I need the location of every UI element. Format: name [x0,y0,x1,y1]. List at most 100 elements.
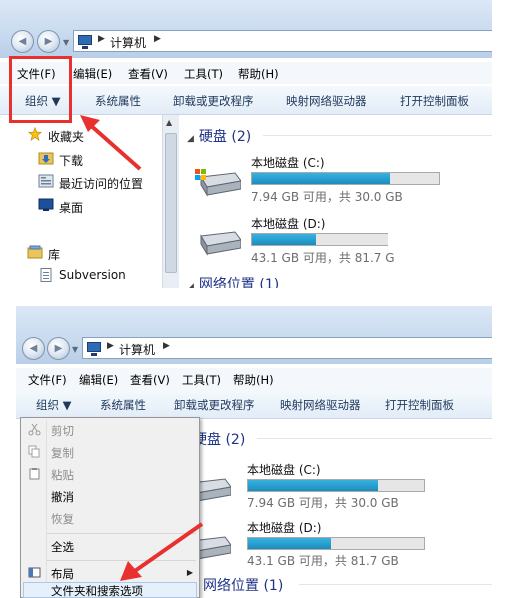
forward-arrow-icon: ▶ [54,343,63,354]
forward-button[interactable]: ▶ [37,30,60,53]
window-titlebar: ◀ ▶ ▼ ▶ 计算机 ▶ [16,306,492,364]
command-bar: 组织 ▼ 系统属性 卸载或更改程序 映射网络驱动器 打开控制面板 [0,86,492,115]
nav-item-libraries[interactable]: 库 [48,246,60,263]
copy-icon [28,445,40,458]
document-icon [40,268,52,282]
explorer-window-1: ◀ ▶ ▼ ▶ 计算机 ▶ 文件(F) 编辑(E) 查看(V) 工具(T) 帮助… [0,0,492,288]
menu-tools[interactable]: 工具(T) [182,372,221,388]
menu-tools[interactable]: 工具(T) [184,66,223,82]
address-bar[interactable]: ▶ 计算机 ▶ [73,30,492,52]
group-header-hard-disks[interactable]: ◢ 硬盘 (2) [187,126,251,146]
forward-arrow-icon: ▶ [44,36,53,47]
forward-button[interactable]: ▶ [47,337,70,360]
nav-item-recent-places[interactable]: 最近访问的位置 [59,175,143,192]
recent-pages-dropdown-icon[interactable]: ▼ [63,38,69,47]
group-header-label: 硬盘 (2) [193,432,246,448]
back-arrow-icon: ◀ [29,343,38,354]
drive-c-usage-fill [248,480,379,491]
group-header-hard-disks[interactable]: 硬盘 (2) [193,429,245,449]
back-button[interactable]: ◀ [22,337,45,360]
group-header-label: 硬盘 (2) [198,129,252,145]
menu-bar: 文件(F) 编辑(E) 查看(V) 工具(T) 帮助(H) [16,368,492,390]
menu-item-paste[interactable]: 粘贴 [51,467,74,483]
scroll-up-icon[interactable]: ▲ [166,118,172,127]
open-control-panel-button[interactable]: 打开控制面板 [400,93,469,109]
drive-c-usage-bar [251,172,440,185]
menu-file[interactable]: 文件(F) [28,372,67,388]
uninstall-program-button[interactable]: 卸载或更改程序 [174,397,255,413]
scroll-thumb[interactable] [165,133,177,273]
desktop-icon [38,198,54,211]
drive-d-name[interactable]: 本地磁盘 (D:) [247,519,321,536]
collapse-triangle-icon: ◢ [187,282,194,288]
uninstall-program-button[interactable]: 卸载或更改程序 [173,93,254,109]
explorer-window-2: ◀ ▶ ▼ ▶ 计算机 ▶ 文件(F) 编辑(E) 查看(V) 工具(T) 帮助… [16,306,492,598]
menu-view[interactable]: 查看(V) [130,372,170,388]
organize-button[interactable]: 组织 ▼ [36,397,72,413]
menu-item-folder-search-options[interactable]: 文件夹和搜索选项 [51,583,143,598]
drive-c-name[interactable]: 本地磁盘 (C:) [251,154,325,171]
menu-item-redo[interactable]: 恢复 [51,511,74,527]
group-header-label: 网络位置 (1) [203,578,284,594]
drive-d-usage-fill [248,538,331,549]
back-arrow-icon: ◀ [18,36,27,47]
drive-d-usage-bar [247,537,425,550]
library-icon [27,245,43,259]
drive-c-size: 7.94 GB 可用，共 30.0 GB [247,496,399,510]
group-header-network[interactable]: ◢ 网络位置 (1) [187,274,279,288]
menu-bar: 文件(F) 编辑(E) 查看(V) 工具(T) 帮助(H) [0,62,492,84]
drive-c-size: 7.94 GB 可用，共 30.0 GB [251,190,403,204]
menu-item-layout[interactable]: 布局 [51,566,74,582]
drive-icon [200,231,241,256]
breadcrumb-separator-icon: ▶ [154,34,161,44]
breadcrumb-separator-icon: ▶ [163,341,170,351]
nav-pane-scrollbar[interactable]: ▲ [162,115,179,288]
system-properties-button[interactable]: 系统属性 [95,93,141,109]
nav-item-subversion[interactable]: Subversion [59,268,126,282]
map-network-drive-button[interactable]: 映射网络驱动器 [286,93,367,109]
drive-d-usage-bar [251,233,388,246]
group-divider [257,438,492,439]
address-bar[interactable]: ▶ 计算机 ▶ [82,337,492,359]
recent-pages-dropdown-icon[interactable]: ▼ [72,345,78,354]
system-drive-icon [195,169,241,197]
nav-item-desktop[interactable]: 桌面 [59,199,83,216]
command-bar: 组织 ▼ 系统属性 卸载或更改程序 映射网络驱动器 打开控制面板 [16,390,492,419]
drive-c-usage-fill [252,173,391,184]
group-header-label: 网络位置 (1) [198,277,280,288]
menu-help[interactable]: 帮助(H) [238,66,279,82]
annotation-arrow-icon [120,522,204,581]
map-network-drive-button[interactable]: 映射网络驱动器 [280,397,361,413]
menu-view[interactable]: 查看(V) [128,66,168,82]
drive-c-usage-bar [247,479,425,492]
menu-help[interactable]: 帮助(H) [233,372,274,388]
drive-d-name[interactable]: 本地磁盘 (D:) [251,215,325,232]
computer-icon [78,35,92,49]
group-header-network[interactable]: 网络位置 (1) [203,575,283,595]
open-control-panel-button[interactable]: 打开控制面板 [385,397,454,413]
star-icon [27,127,43,141]
collapse-triangle-icon: ◢ [187,134,194,144]
paste-icon [29,468,40,480]
breadcrumb-computer[interactable]: 计算机 [119,341,155,358]
layout-icon [28,567,41,578]
back-button[interactable]: ◀ [11,30,34,53]
menu-edit[interactable]: 编辑(E) [73,66,112,82]
menu-item-copy[interactable]: 复制 [51,445,74,461]
menu-edit[interactable]: 编辑(E) [79,372,118,388]
group-divider [263,135,492,136]
drive-d-usage-fill [252,234,316,245]
scissors-icon [28,423,41,436]
content-pane: 硬盘 (2) 本地磁盘 (C:) 7.94 GB 可用，共 30.0 GB 本地… [191,419,492,598]
breadcrumb-computer[interactable]: 计算机 [110,34,146,51]
window-titlebar: ◀ ▶ ▼ ▶ 计算机 ▶ [0,0,492,58]
drive-c-name[interactable]: 本地磁盘 (C:) [247,461,321,478]
annotation-arrow-icon [80,115,142,171]
system-properties-button[interactable]: 系统属性 [100,397,146,413]
menu-item-undo[interactable]: 撤消 [51,489,74,505]
group-divider [299,584,492,585]
breadcrumb-separator-icon: ▶ [107,341,114,351]
menu-gutter-line [46,420,47,595]
menu-item-select-all[interactable]: 全选 [51,539,74,555]
menu-item-cut[interactable]: 剪切 [51,423,74,439]
